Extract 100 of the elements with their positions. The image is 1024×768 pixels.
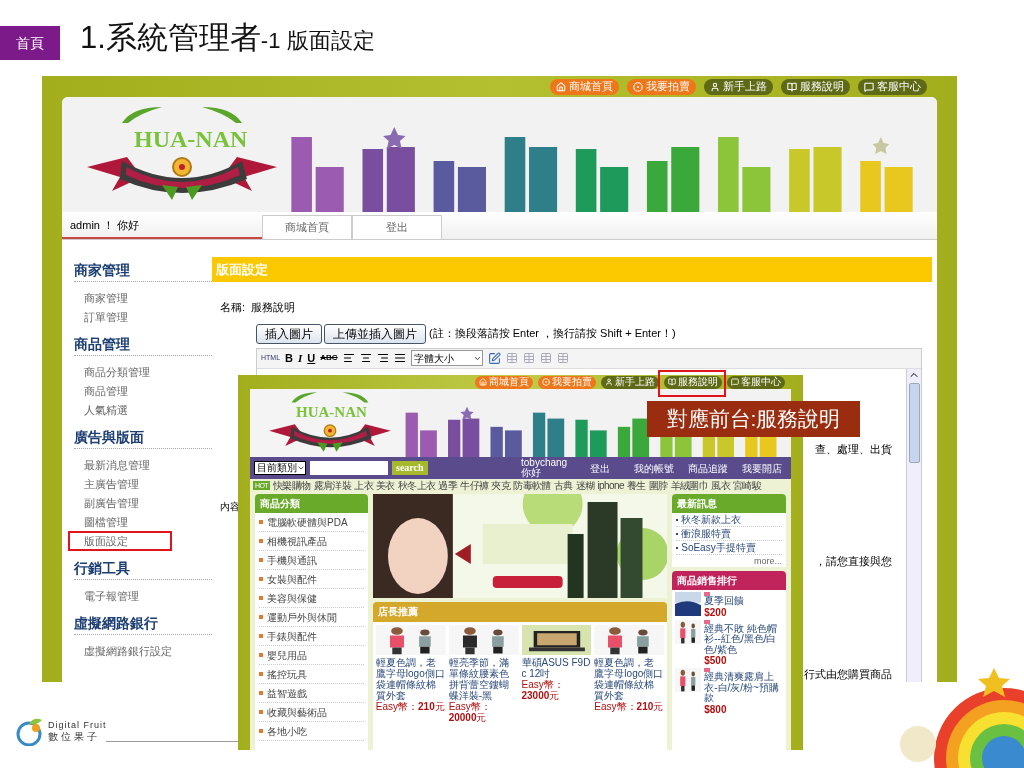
- strikethrough-tool[interactable]: ABC: [320, 352, 338, 364]
- product-name[interactable]: 華碩ASUS F9Dc 12吋: [521, 657, 592, 679]
- category-link[interactable]: 女裝與配件: [267, 571, 317, 587]
- keyword-link[interactable]: 圍脖: [648, 480, 668, 491]
- sidebar-heading: 商品管理: [74, 334, 212, 356]
- align-right-icon[interactable]: [376, 352, 389, 364]
- sidebar-item[interactable]: 副廣告管理: [84, 497, 139, 509]
- nav-link[interactable]: 我的帳號: [629, 460, 679, 476]
- bold-tool[interactable]: B: [285, 349, 293, 367]
- keyword-link[interactable]: 宮崎駿: [733, 480, 762, 491]
- keyword-link[interactable]: 快樂購物: [273, 480, 311, 491]
- product-name[interactable]: 輕夏色調，老鷹字母logo側口袋連帽條紋棉質外套: [375, 657, 446, 701]
- category-link[interactable]: 各地小吃: [267, 723, 307, 739]
- home-badge[interactable]: 首頁: [0, 26, 60, 60]
- category-link[interactable]: 相機視訊產品: [267, 533, 327, 549]
- bullet-icon: [259, 729, 263, 733]
- panel-header: 店長推薦: [372, 602, 668, 622]
- more-link[interactable]: more...: [754, 555, 782, 567]
- keyword-link[interactable]: 露肩洋裝: [313, 480, 352, 491]
- news-link[interactable]: 秋冬新款上衣: [681, 513, 742, 526]
- news-link[interactable]: 衝浪服特賣: [681, 527, 732, 540]
- editor-text: ，請您直接與您: [815, 554, 892, 569]
- product-name[interactable]: 經典不敗 純色帽衫--紅色/黑色/白色/紫色: [704, 623, 783, 655]
- keyword-link[interactable]: iphone: [597, 480, 624, 491]
- product-name[interactable]: 輕夏色調，老鷹字母logo側口袋連帽條紋棉質外套: [594, 657, 665, 701]
- category-link[interactable]: 益智遊戲: [267, 685, 307, 701]
- category-link[interactable]: 運動戶外與休閒: [267, 609, 337, 625]
- bullet-icon: [259, 691, 263, 695]
- italic-tool[interactable]: I: [298, 349, 303, 367]
- top-link[interactable]: 服務說明: [664, 375, 722, 389]
- keyword-link[interactable]: 羊絨圍巾: [670, 480, 709, 491]
- category-link[interactable]: 手錶與配件: [267, 628, 317, 644]
- sidebar-item[interactable]: 圖檔管理: [84, 516, 128, 528]
- insert-image-button[interactable]: 插入圖片: [256, 323, 322, 344]
- sidebar-item[interactable]: 主廣告管理: [84, 478, 139, 490]
- keyword-link[interactable]: 古典: [553, 480, 573, 491]
- category-link[interactable]: 嬰兒用品: [267, 647, 307, 663]
- keyword-link[interactable]: 養生: [626, 480, 646, 491]
- sidebar-heading: 行銷工具: [74, 558, 212, 580]
- nav-tab[interactable]: 登出: [352, 215, 442, 239]
- keyword-link[interactable]: 牛仔褲: [460, 480, 489, 491]
- sidebar-item[interactable]: 商品管理: [84, 385, 128, 397]
- product-name[interactable]: 輕亮季節，滿單條紋腰素色拼背蕾空鏤蝴蝶洋裝-黑: [448, 657, 519, 701]
- keyword-link[interactable]: 秋冬上衣: [397, 480, 436, 491]
- scrollbar[interactable]: [906, 368, 921, 682]
- keyword-link[interactable]: 迷糊: [575, 480, 595, 491]
- top-link[interactable]: 服務說明: [781, 78, 850, 95]
- table-icon[interactable]: [505, 352, 518, 364]
- category-link[interactable]: 搖控玩具: [267, 666, 307, 682]
- category-link[interactable]: 收藏與藝術品: [267, 704, 327, 720]
- sidebar-item[interactable]: 商品分類管理: [84, 366, 150, 378]
- underline-tool[interactable]: U: [307, 349, 316, 367]
- sidebar-item[interactable]: 訂單管理: [84, 311, 128, 323]
- product-name[interactable]: 夏季回饋: [704, 596, 745, 607]
- fruit-logo-icon: [14, 716, 44, 746]
- align-center-icon[interactable]: [359, 352, 372, 364]
- book-icon: [787, 81, 797, 92]
- nav-link[interactable]: 我要開店: [737, 460, 787, 476]
- insert-image-button[interactable]: 上傳並插入圖片: [324, 323, 426, 344]
- top-link[interactable]: 客服中心: [858, 78, 927, 95]
- font-size-select[interactable]: 字體大小: [410, 350, 483, 366]
- table-icon[interactable]: [522, 352, 535, 364]
- product-name[interactable]: 經典清爽露肩上衣-白/灰/粉~預購款: [704, 672, 783, 704]
- keyword-link[interactable]: 上衣: [354, 480, 373, 491]
- table-icon[interactable]: [556, 352, 569, 364]
- sidebar-item[interactable]: 虛擬網路銀行設定: [84, 645, 172, 657]
- top-link[interactable]: 客服中心: [727, 375, 785, 389]
- news-link[interactable]: SoEasy手提特賣: [681, 541, 756, 554]
- nav-link[interactable]: 登出: [575, 460, 625, 476]
- align-justify-icon[interactable]: [393, 352, 406, 364]
- keyword-link[interactable]: 夾克: [491, 480, 511, 491]
- category-select[interactable]: 目前類別: [254, 461, 306, 475]
- keyword-link[interactable]: 美衣: [376, 480, 395, 491]
- keyword-link[interactable]: 過季: [438, 480, 458, 491]
- sidebar-item[interactable]: 人氣精選: [84, 404, 128, 416]
- category-link[interactable]: 美容與保健: [267, 590, 317, 606]
- field-label: 內容: [220, 500, 240, 512]
- product-price: $800: [704, 703, 728, 715]
- top-link[interactable]: 新手上路: [704, 78, 773, 95]
- sidebar-item[interactable]: 最新消息管理: [84, 459, 150, 471]
- keyword-link[interactable]: 風衣: [711, 480, 730, 491]
- edit-icon[interactable]: [487, 351, 501, 365]
- logo-text: HUA-NAN: [134, 126, 248, 151]
- nav-tab[interactable]: 商城首頁: [262, 215, 352, 239]
- align-left-icon[interactable]: [342, 352, 355, 364]
- bullet-icon: [259, 615, 263, 619]
- category-link[interactable]: 手機與通訊: [267, 552, 317, 568]
- bullet-icon: [259, 558, 263, 562]
- top-link[interactable]: 新手上路: [601, 375, 659, 389]
- sidebar-item[interactable]: 電子報管理: [84, 590, 139, 602]
- chat-icon: [731, 378, 739, 386]
- nav-link[interactable]: 商品追蹤: [683, 460, 733, 476]
- rank-badge-icon: [704, 592, 711, 596]
- sidebar-item[interactable]: 商家管理: [84, 292, 128, 304]
- table-icon[interactable]: [539, 352, 552, 364]
- sidebar-item[interactable]: 版面設定: [84, 535, 128, 547]
- category-link[interactable]: 電腦軟硬體與PDA: [267, 514, 348, 530]
- search-field[interactable]: [310, 461, 388, 475]
- scroll-thumb[interactable]: [908, 382, 920, 463]
- keyword-link[interactable]: 防毒軟體: [513, 480, 551, 491]
